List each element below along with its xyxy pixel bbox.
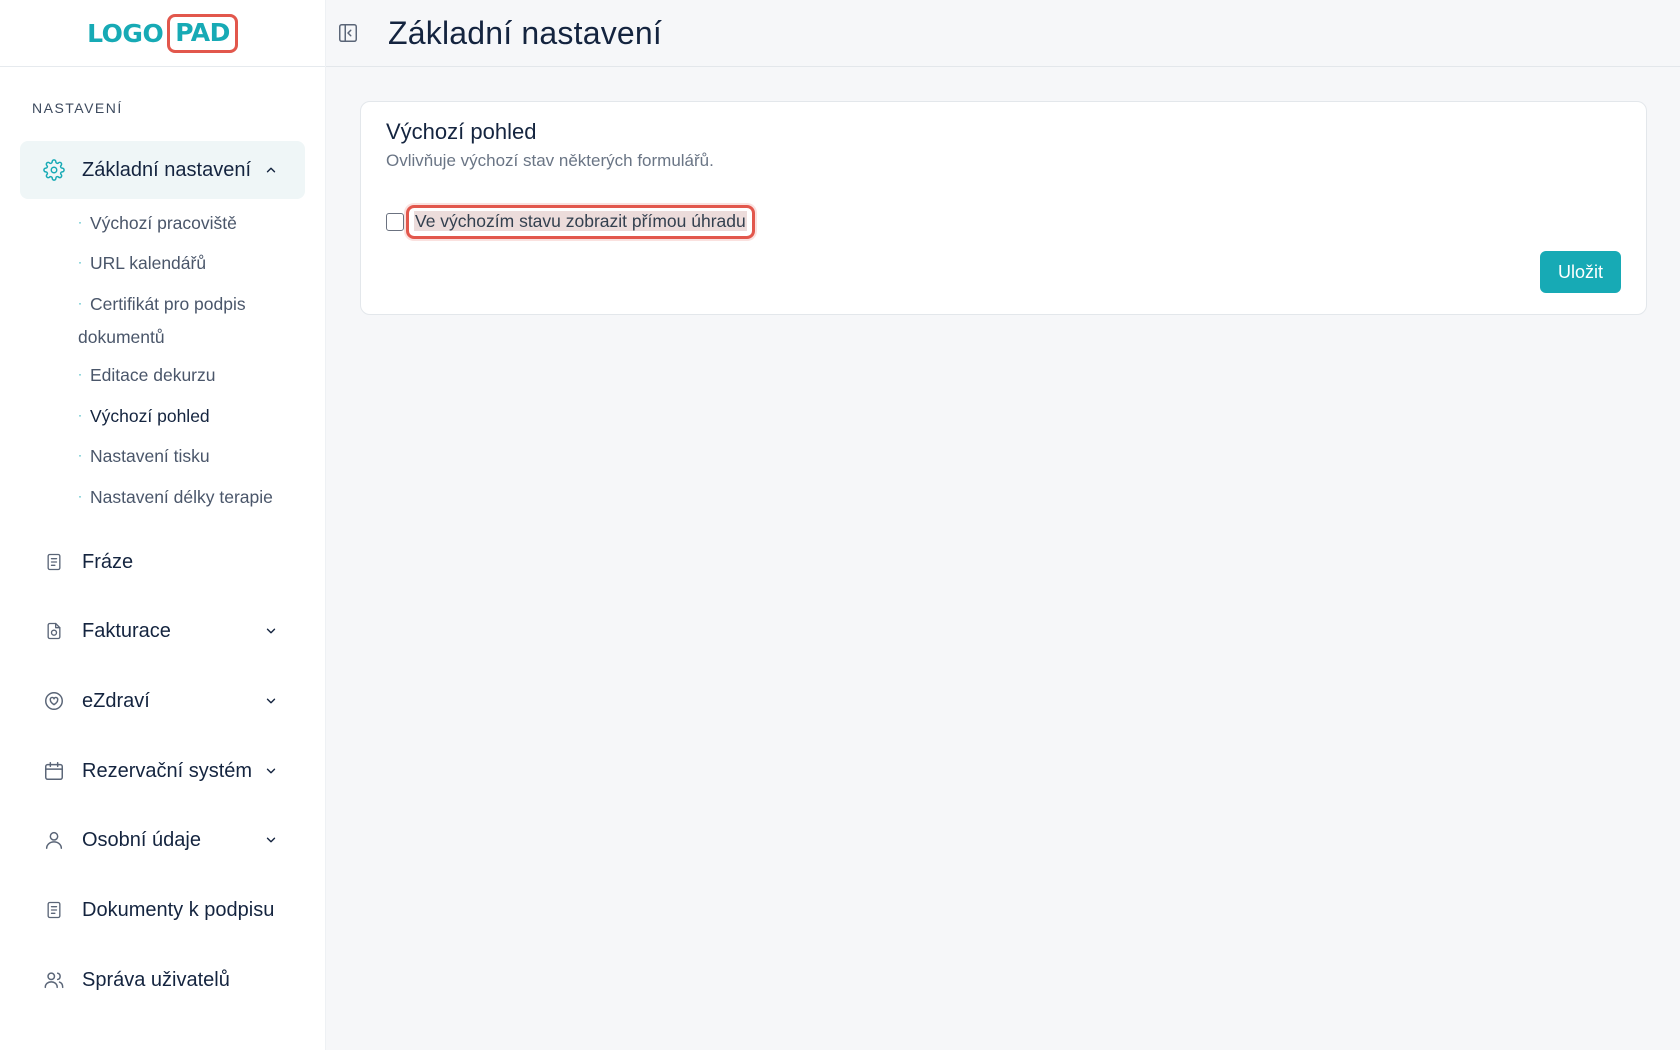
logo-text-logo: LOGO [87, 18, 164, 48]
sidebar-item-label: Osobní údaje [82, 828, 201, 851]
document-icon [42, 898, 66, 922]
chevron-up-icon [263, 162, 279, 178]
user-icon [42, 828, 66, 852]
sidebar-subitem-url-kalendaru[interactable]: · URL kalendářů [78, 248, 298, 281]
sidebar-subitem-label: Editace dekurzu [90, 365, 216, 385]
chevron-down-icon [263, 693, 279, 709]
logo-bar: LOGO PAD [0, 0, 325, 67]
sidebar-subitem-editace-dekurzu[interactable]: · Editace dekurzu [78, 360, 298, 393]
save-button[interactable]: Uložit [1540, 251, 1621, 293]
page-header: Základní nastavení [326, 0, 1680, 67]
sidebar-subitem-vychozi-pohled[interactable]: · Výchozí pohled [78, 401, 298, 434]
sidebar-subitem-certifikat[interactable]: · Certifikát pro podpis dokumentů [78, 289, 288, 353]
page-title: Základní nastavení [388, 14, 662, 51]
sidebar-subitem-label: Výchozí pracoviště [90, 213, 237, 233]
settings-card: Výchozí pohled Ovlivňuje výchozí stav ně… [360, 101, 1647, 315]
logo[interactable]: LOGO PAD [87, 13, 238, 53]
sidebar-item-osobni-udaje[interactable]: Osobní údaje [20, 815, 305, 865]
sidebar-item-rezervacni-system[interactable]: Rezervační systém [20, 746, 305, 796]
sidebar-collapse-icon[interactable] [336, 21, 360, 45]
sidebar-subitem-nastaveni-tisku[interactable]: · Nastavení tisku [78, 441, 298, 474]
sidebar-item-fakturace[interactable]: Fakturace [20, 606, 305, 656]
highlight-box: Ve výchozím stavu zobrazit přímou úhradu [406, 205, 755, 239]
users-icon [42, 968, 66, 992]
sidebar-item-label: Fráze [82, 550, 134, 573]
sidebar-subitem-label: Nastavení tisku [90, 446, 210, 466]
card-subtitle: Ovlivňuje výchozí stav některých formulá… [386, 151, 714, 170]
sidebar-subitem-vychozi-pracoviste[interactable]: · Výchozí pracoviště [78, 208, 298, 241]
sidebar-item-ezdravi[interactable]: eZdraví [20, 676, 305, 726]
sidebar-subitem-label: Nastavení délky terapie [90, 487, 273, 507]
chevron-down-icon [263, 832, 279, 848]
sidebar-subitem-label: URL kalendářů [90, 253, 207, 273]
sidebar-item-sprava-uzivatelu[interactable]: Správa uživatelů [20, 955, 305, 1005]
gear-icon [42, 158, 66, 182]
checkbox-row: Ve výchozím stavu zobrazit přímou úhradu [386, 205, 755, 239]
sidebar-subitem-label: Certifikát pro podpis dokumentů [78, 294, 246, 347]
invoice-icon [42, 619, 66, 643]
sidebar-item-label: Rezervační systém [82, 759, 253, 782]
sidebar: LOGO PAD NASTAVENÍ Základní nastavení · V… [0, 0, 326, 1050]
sidebar-subitem-label: Výchozí pohled [90, 406, 210, 426]
sidebar-item-zakladni-nastaveni[interactable]: Základní nastavení [20, 141, 305, 199]
sidebar-item-label: Dokumenty k podpisu [82, 898, 275, 921]
sidebar-section-label: NASTAVENÍ [32, 100, 123, 116]
direct-payment-checkbox[interactable] [386, 213, 404, 231]
logo-text-pad: PAD [167, 13, 238, 53]
calendar-icon [42, 759, 66, 783]
document-icon [42, 550, 66, 574]
sidebar-subitem-nastaveni-delky-terapie[interactable]: · Nastavení délky terapie [78, 482, 318, 515]
card-title: Výchozí pohled [386, 119, 537, 144]
checkbox-label[interactable]: Ve výchozím stavu zobrazit přímou úhradu [414, 211, 747, 231]
heart-circle-icon [42, 689, 66, 713]
chevron-down-icon [263, 623, 279, 639]
sidebar-item-label: Fakturace [82, 619, 171, 642]
chevron-down-icon [263, 763, 279, 779]
sidebar-item-label: Základní nastavení [82, 158, 251, 181]
sidebar-item-label: eZdraví [82, 689, 150, 712]
sidebar-item-label: Správa uživatelů [82, 968, 230, 991]
sidebar-item-dokumenty-k-podpisu[interactable]: Dokumenty k podpisu [20, 885, 305, 935]
sidebar-item-fraze[interactable]: Fráze [20, 537, 305, 587]
